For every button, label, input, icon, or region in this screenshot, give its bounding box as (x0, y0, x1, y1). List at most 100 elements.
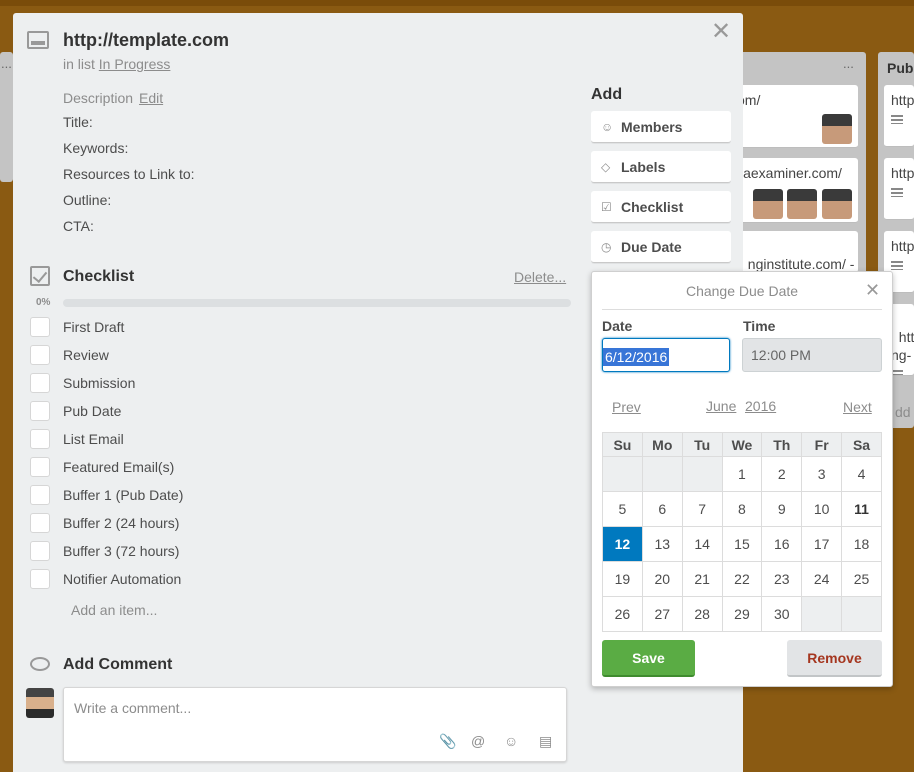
checklist-button[interactable]: ☑ Checklist (591, 191, 731, 223)
background-card[interactable]: nginstitute.com/ - sses with (733, 231, 858, 273)
checklist-item[interactable]: Featured Email(s) (30, 457, 174, 477)
close-icon[interactable]: ✕ (711, 20, 731, 44)
add-card-link[interactable]: dd (895, 404, 911, 420)
checklist-item[interactable]: Buffer 2 (24 hours) (30, 513, 179, 533)
checklist-title[interactable]: Checklist (63, 268, 134, 286)
calendar-year[interactable]: 2016 (745, 398, 776, 414)
checkbox[interactable] (30, 485, 50, 505)
calendar-day[interactable]: 30 (761, 596, 803, 632)
calendar-prev-link[interactable]: Prev (612, 399, 641, 415)
checklist-item[interactable]: Buffer 3 (72 hours) (30, 541, 179, 561)
calendar-day[interactable]: 23 (761, 561, 803, 597)
checkbox[interactable] (30, 373, 50, 393)
emoji-icon[interactable]: ☺ (504, 733, 518, 749)
checklist-item-label[interactable]: Notifier Automation (63, 571, 181, 587)
calendar-day[interactable]: 4 (841, 456, 882, 492)
calendar-day[interactable]: 21 (681, 561, 723, 597)
calendar-day[interactable]: 19 (602, 561, 643, 597)
checklist-item-label[interactable]: Buffer 3 (72 hours) (63, 543, 179, 559)
checkbox[interactable] (30, 569, 50, 589)
calendar-next-link[interactable]: Next (843, 399, 872, 415)
checklist-item-label[interactable]: List Email (63, 431, 124, 447)
weekday-header: We (721, 432, 763, 457)
calendar-day-selected[interactable]: 12 (602, 526, 643, 562)
calendar-day[interactable]: 15 (721, 526, 763, 562)
calendar-day[interactable]: 1 (721, 456, 763, 492)
members-button[interactable]: ☺ Members (591, 111, 731, 143)
calendar-day[interactable]: 25 (841, 561, 882, 597)
description-icon (891, 261, 903, 270)
list-menu-icon[interactable]: ... (843, 56, 854, 71)
list-title[interactable]: Pub (887, 60, 913, 76)
card-icon[interactable]: ▤ (539, 733, 552, 749)
checklist-item[interactable]: List Email (30, 429, 124, 449)
date-input[interactable] (602, 338, 730, 372)
comment-box[interactable]: 📎 @ ☺ ▤ (63, 687, 567, 762)
calendar-day[interactable]: 28 (681, 596, 723, 632)
calendar-day[interactable]: 22 (721, 561, 763, 597)
checklist-item-label[interactable]: Submission (63, 375, 135, 391)
close-icon[interactable]: ✕ (865, 281, 880, 299)
remove-button[interactable]: Remove (787, 640, 882, 677)
mention-icon[interactable]: @ (471, 733, 485, 749)
checklist-item-label[interactable]: Review (63, 347, 109, 363)
checkbox[interactable] (30, 401, 50, 421)
avatar[interactable] (26, 688, 54, 718)
labels-button[interactable]: ◇ Labels (591, 151, 731, 183)
save-button[interactable]: Save (602, 640, 695, 677)
checkbox[interactable] (30, 345, 50, 365)
checklist-progress-percent: 0% (36, 297, 51, 308)
checklist-item[interactable]: Submission (30, 373, 135, 393)
calendar-day[interactable]: 27 (641, 596, 683, 632)
due-date-button[interactable]: ◷ Due Date (591, 231, 731, 263)
calendar-day[interactable]: 26 (602, 596, 643, 632)
description-edit-link[interactable]: Edit (139, 90, 163, 106)
checklist-item-label[interactable]: First Draft (63, 319, 124, 335)
checklist-item[interactable]: First Draft (30, 317, 124, 337)
checklist-item-label[interactable]: Buffer 1 (Pub Date) (63, 487, 183, 503)
checkbox[interactable] (30, 513, 50, 533)
background-card[interactable]: om/ (733, 85, 858, 148)
background-card[interactable]: http (884, 85, 914, 147)
card-title[interactable]: http://template.com (63, 30, 229, 51)
list-menu-icon[interactable]: ... (1, 56, 12, 71)
checkbox[interactable] (30, 317, 50, 337)
calendar-day[interactable]: 13 (641, 526, 683, 562)
calendar-month[interactable]: June (706, 398, 736, 414)
calendar-day[interactable]: 3 (801, 456, 843, 492)
checkbox[interactable] (30, 541, 50, 561)
time-input[interactable] (742, 338, 882, 372)
background-card[interactable]: iaexaminer.com/ (733, 158, 858, 223)
calendar-day[interactable]: 5 (602, 491, 643, 527)
checklist-item-label[interactable]: Featured Email(s) (63, 459, 174, 475)
calendar-day-empty (641, 456, 683, 492)
calendar-day[interactable]: 17 (801, 526, 843, 562)
calendar-day[interactable]: 16 (761, 526, 803, 562)
checkbox[interactable] (30, 457, 50, 477)
calendar-day[interactable]: 14 (681, 526, 723, 562)
calendar-day[interactable]: 29 (721, 596, 763, 632)
calendar-day[interactable]: 7 (681, 491, 723, 527)
checklist-item[interactable]: Buffer 1 (Pub Date) (30, 485, 183, 505)
calendar-day[interactable]: 10 (801, 491, 843, 527)
calendar-day[interactable]: 9 (761, 491, 803, 527)
checklist-item[interactable]: Pub Date (30, 401, 121, 421)
checklist-delete-link[interactable]: Delete... (514, 269, 566, 285)
calendar-day[interactable]: 24 (801, 561, 843, 597)
calendar-day[interactable]: 8 (721, 491, 763, 527)
calendar-day[interactable]: 18 (841, 526, 882, 562)
list-link[interactable]: In Progress (99, 56, 171, 72)
calendar-day-today[interactable]: 11 (841, 491, 882, 527)
checklist-item-label[interactable]: Buffer 2 (24 hours) (63, 515, 179, 531)
paperclip-icon[interactable]: 📎 (439, 733, 456, 749)
background-card[interactable]: http (884, 158, 914, 220)
calendar-day[interactable]: 6 (641, 491, 683, 527)
checklist-item[interactable]: Notifier Automation (30, 569, 181, 589)
add-checklist-item-link[interactable]: Add an item... (71, 602, 157, 618)
checkbox[interactable] (30, 429, 50, 449)
comment-input[interactable] (74, 698, 554, 718)
checklist-item[interactable]: Review (30, 345, 109, 365)
checklist-item-label[interactable]: Pub Date (63, 403, 121, 419)
calendar-day[interactable]: 20 (641, 561, 683, 597)
calendar-day[interactable]: 2 (761, 456, 803, 492)
